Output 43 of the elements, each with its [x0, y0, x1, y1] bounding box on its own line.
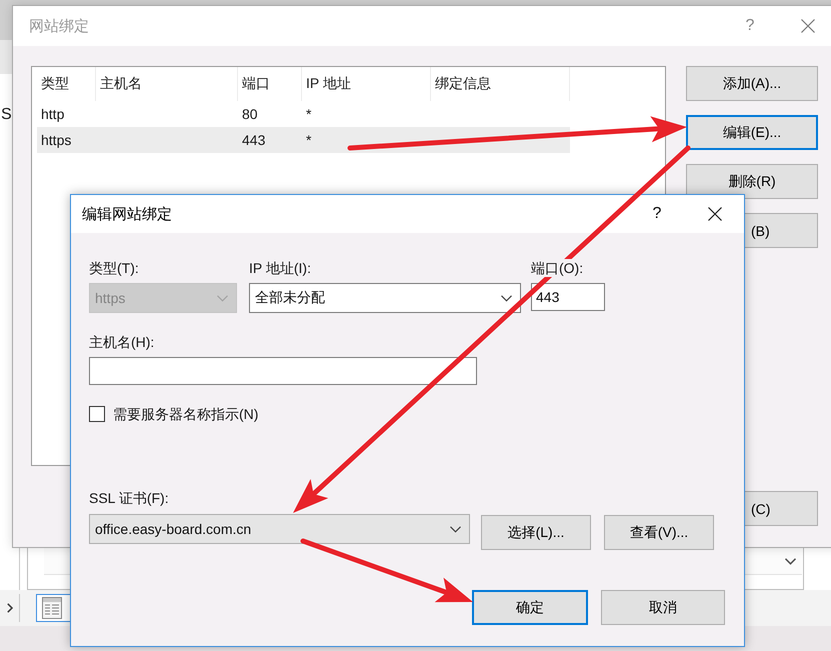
- hostname-input[interactable]: [89, 357, 477, 385]
- field-label: IP 地址(I):: [249, 259, 311, 277]
- field-label: 端口(O):: [531, 259, 584, 277]
- edit-button[interactable]: 编辑(E)...: [686, 115, 818, 150]
- help-button[interactable]: ?: [634, 195, 680, 233]
- side-panel-text: S: [1, 106, 12, 124]
- remove-button[interactable]: 删除(R): [686, 164, 818, 199]
- chevron-down-icon: [450, 526, 461, 532]
- table-cell: https: [41, 132, 72, 148]
- field-label: 类型(T):: [89, 259, 139, 277]
- window-title: 网站绑定: [29, 16, 89, 36]
- certificate-dropdown[interactable]: office.easy-board.com.cn: [89, 514, 470, 544]
- add-button[interactable]: 添加(A)...: [686, 66, 818, 101]
- checkbox-label[interactable]: 需要服务器名称指示(N): [113, 405, 258, 423]
- column-header[interactable]: 主机名: [96, 67, 238, 101]
- table-cell: *: [306, 106, 312, 122]
- chevron-right-icon: [6, 603, 12, 613]
- column-header[interactable]: IP 地址: [302, 67, 431, 101]
- chevron-down-icon: [501, 294, 512, 302]
- view-button[interactable]: 查看(V)...: [604, 515, 714, 550]
- table-row[interactable]: https 443 *: [37, 127, 570, 153]
- checkbox[interactable]: [89, 406, 105, 422]
- table-cell: 443: [242, 132, 266, 148]
- column-header[interactable]: 绑定信息: [431, 67, 570, 101]
- close-icon: [801, 19, 815, 33]
- field-label: SSL 证书(F):: [89, 489, 169, 507]
- dialog-title: 编辑网站绑定: [82, 204, 172, 224]
- cancel-button[interactable]: 取消: [601, 590, 725, 625]
- field-label: 主机名(H):: [89, 333, 154, 351]
- table-row[interactable]: http 80 *: [37, 101, 570, 127]
- table-cell: 80: [242, 106, 258, 122]
- form-view-icon: [42, 597, 62, 619]
- close-icon: [708, 207, 722, 221]
- select-button[interactable]: 选择(L)...: [481, 515, 591, 550]
- column-header[interactable]: 类型: [37, 67, 96, 101]
- table-cell: http: [41, 106, 64, 122]
- column-header[interactable]: 端口: [238, 67, 302, 101]
- chevron-down-icon: [785, 558, 796, 564]
- ip-address-dropdown[interactable]: 全部未分配: [249, 283, 521, 313]
- ok-button[interactable]: 确定: [472, 590, 588, 625]
- port-input[interactable]: 443: [531, 283, 605, 311]
- chevron-down-icon: [217, 294, 228, 302]
- table-cell: *: [306, 132, 312, 148]
